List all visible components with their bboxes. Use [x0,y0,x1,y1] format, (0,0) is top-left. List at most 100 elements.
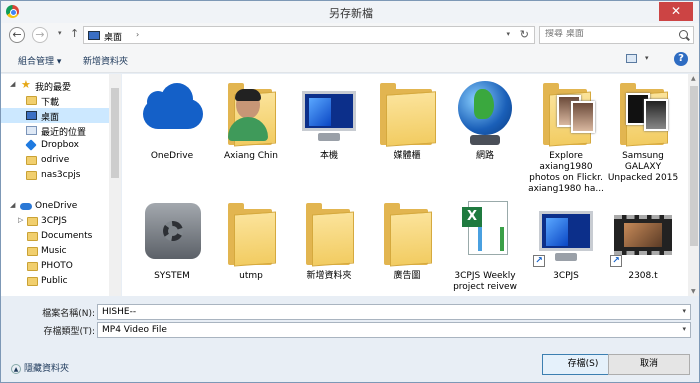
file-item-samsung-galaxy[interactable]: Samsung GALAXY Unpacked 2015 [604,77,682,184]
scrollbar-thumb[interactable] [111,88,119,178]
refresh-icon[interactable]: ↻ [520,28,529,41]
forward-button[interactable]: → [32,27,48,43]
shortcut-arrow-icon: ↗ [610,255,622,267]
address-bar-row: ← → ▾ ↑ 桌面 › ▾ ↻ [1,23,699,47]
user-folder-icon [214,77,288,151]
nav-item-desktop[interactable]: 桌面 [1,108,109,123]
expand-arrow-icon[interactable]: ▷ [18,216,23,224]
folder-icon [26,156,37,165]
file-label: utmp [239,271,263,281]
folder-icon [26,96,37,105]
folder-icon [26,171,37,180]
title-bar: 另存新檔 ✕ [1,1,699,23]
video-icon: ↗ [606,197,680,271]
collapse-arrow-icon[interactable]: ◢ [10,201,15,209]
file-item-this-pc[interactable]: 本機 [290,77,368,162]
cancel-button[interactable]: 取消 [608,354,690,375]
nav-label: 桌面 [41,113,60,123]
nav-item-music[interactable]: Music [1,244,109,259]
nav-label: nas3cpjs [41,170,81,180]
hide-folders-toggle[interactable]: ▲ 隱藏資料夾 [11,361,69,374]
file-item-utmp[interactable]: utmp [212,197,290,282]
file-item-3cpjs-shortcut[interactable]: ↗ 3CPJS [527,197,605,282]
nav-label: 3CPJS [41,216,67,226]
folder-icon [214,197,288,271]
nav-item-favorites[interactable]: ◢ ★ 我的最愛 [1,78,109,93]
file-item-explore-axiang1980[interactable]: Explore axiang1980 photos on Flickr. axi… [527,77,605,195]
nav-item-dropbox[interactable]: Dropbox [1,138,109,153]
file-item-new-folder[interactable]: 新增資料夾 [290,197,368,282]
file-list-scrollbar[interactable]: ▲ ▼ [688,74,699,296]
command-toolbar: 組合管理 ▾ 新增資料夾 ▾ ? [1,47,699,73]
file-item-axiang-chin[interactable]: Axiang Chin [212,77,290,162]
nav-item-onedrive[interactable]: ◢ OneDrive [1,199,109,214]
folder-icon [292,197,366,271]
file-item-libraries[interactable]: 媒體櫃 [368,77,446,162]
nav-item-downloads[interactable]: 下載 [1,93,109,108]
save-form: 檔案名稱(N): HISHE-- ▾ 存檔類型(T): MP4 Video Fi… [1,297,699,343]
navigation-scrollbar[interactable] [109,74,121,296]
address-bar[interactable]: 桌面 › ▾ ↻ [83,26,535,44]
up-button[interactable]: ↑ [70,27,79,40]
recent-locations-dropdown[interactable]: ▾ [58,29,62,37]
view-options-icon[interactable] [626,54,637,63]
back-button[interactable]: ← [9,27,25,43]
nav-label: Music [41,246,67,256]
nav-item-3cpjs[interactable]: ▷ 3CPJS [1,214,109,229]
collapse-arrow-icon[interactable]: ◢ [10,80,15,88]
file-label: 2308.t [628,271,658,281]
nav-item-photo[interactable]: PHOTO [1,259,109,274]
help-icon[interactable]: ? [674,52,688,66]
file-item-ad-images[interactable]: 廣告圖 [368,197,446,282]
filetype-select[interactable]: MP4 Video File ▾ [97,322,691,338]
scrollbar-thumb[interactable] [690,86,698,246]
nav-item-documents[interactable]: Documents [1,229,109,244]
file-label: OneDrive [150,151,194,161]
filename-field[interactable]: HISHE-- ▾ [97,304,691,320]
file-item-weekly-review[interactable]: X 3CPJS Weekly project reivew [446,197,524,293]
nav-item-nas3cpjs[interactable]: nas3cpjs [1,168,109,183]
file-item-onedrive[interactable]: OneDrive [133,77,211,162]
file-item-2308-video[interactable]: ↗ 2308.t [604,197,682,282]
dropbox-icon [25,139,37,151]
filetype-dropdown-icon[interactable]: ▾ [682,325,686,333]
nav-item-public[interactable]: Public [1,274,109,289]
hide-folders-label: 隱藏資料夾 [24,364,70,374]
file-label: 3CPJS [553,271,579,281]
nav-item-odrive[interactable]: odrive [1,153,109,168]
address-dropdown-icon[interactable]: ▾ [506,30,510,38]
file-label: Explore axiang1980 photos on Flickr. axi… [528,151,604,194]
search-icon[interactable] [679,30,688,39]
photo-folder-icon [529,77,603,151]
nav-label: Dropbox [41,140,79,150]
filename-value[interactable]: HISHE-- [102,307,136,317]
breadcrumb-desktop[interactable]: 桌面 [104,30,122,43]
file-item-system[interactable]: SYSTEM [133,197,211,282]
file-label: 本機 [319,151,338,161]
computer-icon [292,77,366,151]
nav-item-recent[interactable]: 最近的位置 [1,123,109,138]
filetype-value[interactable]: MP4 Video File [102,325,167,335]
computer-shortcut-icon: ↗ [529,197,603,271]
organize-button[interactable]: 組合管理 ▾ [18,54,61,67]
filename-dropdown-icon[interactable]: ▾ [682,307,686,315]
file-label: SYSTEM [154,271,190,281]
view-dropdown-icon[interactable]: ▾ [645,54,649,62]
close-button[interactable]: ✕ [659,2,693,21]
file-label: Samsung GALAXY Unpacked 2015 [607,151,679,183]
scroll-up-icon[interactable]: ▲ [691,75,696,82]
recent-places-icon [26,126,37,135]
folder-icon [27,217,38,226]
dialog-footer: ▲ 隱藏資料夾 存檔(S) 取消 [1,343,699,382]
breadcrumb-separator-icon[interactable]: › [136,30,139,39]
search-box[interactable] [539,26,694,44]
new-folder-button[interactable]: 新增資料夾 [83,54,128,67]
scroll-down-icon[interactable]: ▼ [691,288,696,295]
file-item-network[interactable]: 網路 [446,77,524,162]
search-input[interactable] [545,29,670,39]
navigation-pane: ◢ ★ 我的最愛 下載 桌面 最近的位置 Dropbox odrive nas3… [1,74,121,296]
file-label: 媒體櫃 [393,151,421,161]
system-icon [135,197,209,271]
desktop-icon [26,111,37,120]
nav-label: OneDrive [35,201,78,211]
